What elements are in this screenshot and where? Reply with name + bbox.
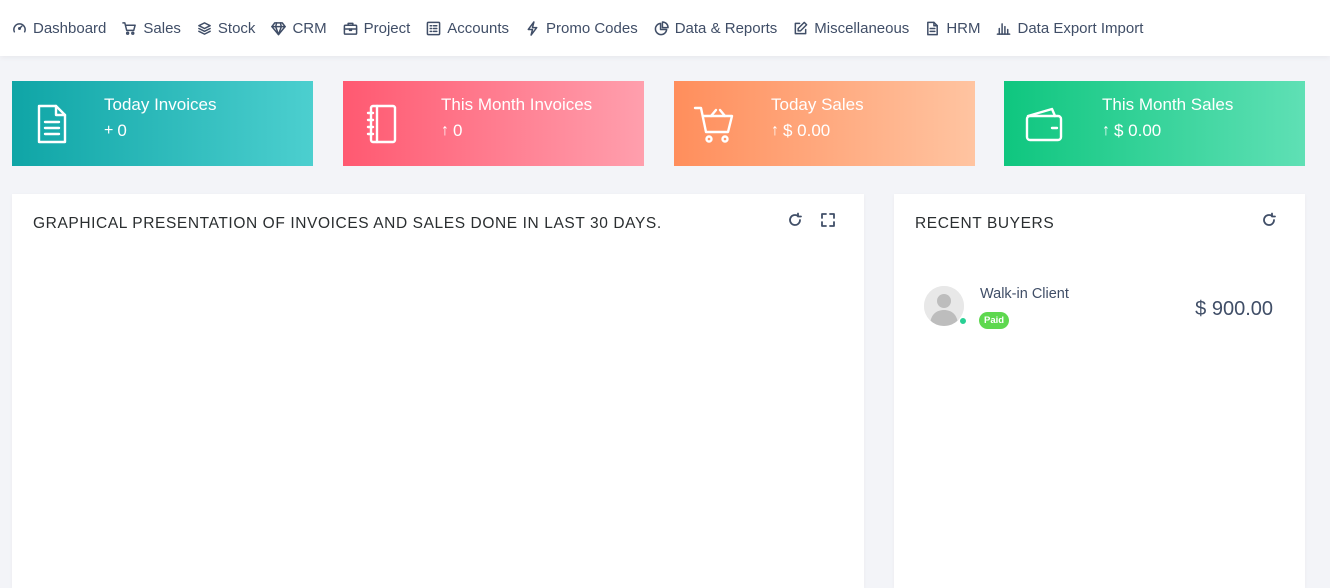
this-month-invoices-card[interactable]: This Month Invoices ↑ 0	[343, 81, 644, 166]
expand-icon	[821, 213, 835, 227]
shopping-cart-icon	[122, 21, 137, 35]
nav-item-project[interactable]: Project	[343, 0, 411, 56]
card-body: Today Sales ↑ $ 0.00	[771, 81, 864, 166]
card-value-row: + 0	[104, 121, 216, 141]
nav-item-crm[interactable]: CRM	[271, 0, 327, 56]
nav-item-data-export-import[interactable]: Data Export Import	[996, 0, 1143, 56]
nav-item-label: HRM	[946, 19, 981, 37]
card-title: This Month Sales	[1102, 95, 1234, 114]
nav-item-label: Project	[363, 19, 411, 37]
cart-icon	[693, 106, 734, 143]
layers-icon	[198, 21, 211, 35]
card-body: This Month Sales ↑ $ 0.00	[1102, 81, 1233, 166]
wallet-icon	[1025, 107, 1063, 141]
panel-title: GRAPHICAL PRESENTATION OF INVOICES AND S…	[33, 215, 662, 232]
ledger-icon	[426, 21, 441, 35]
nav-item-label: Dashboard	[33, 19, 107, 37]
today-sales-card[interactable]: Today Sales ↑ $ 0.00	[674, 81, 975, 166]
nav-item-stock[interactable]: Stock	[197, 0, 256, 56]
nav-item-hrm[interactable]: HRM	[925, 0, 980, 56]
dashboard-gauge-icon	[13, 22, 26, 33]
this-month-sales-card[interactable]: This Month Sales ↑ $ 0.00	[1004, 81, 1305, 166]
card-title: This Month Invoices	[441, 95, 593, 114]
arrow-up-icon: ↑	[441, 122, 449, 139]
card-value: $ 0.00	[783, 121, 831, 140]
bar-chart-icon	[997, 22, 1011, 35]
buyer-list-item[interactable]: Walk-in Client Paid $ 900.00	[924, 284, 1279, 334]
today-invoices-card[interactable]: Today Invoices + 0	[12, 81, 313, 166]
chart-area	[12, 254, 864, 588]
lightning-icon	[527, 20, 538, 36]
arrow-up-icon: ↑	[1102, 122, 1110, 139]
recent-buyers-panel: RECENT BUYERS Walk-in Client Paid $ 900.…	[894, 194, 1305, 588]
card-title: Today Sales	[771, 95, 864, 114]
card-title: Today Invoices	[104, 95, 217, 114]
top-navigation: Dashboard Sales Stock CRM Project Accoun…	[0, 0, 1330, 56]
card-value: 0	[453, 121, 463, 140]
panel-title: RECENT BUYERS	[915, 215, 1055, 232]
nav-item-dashboard[interactable]: Dashboard	[12, 0, 106, 56]
card-value-row: ↑ $ 0.00	[1102, 121, 1233, 141]
nav-item-label: Data & Reports	[674, 19, 778, 37]
card-icon-wrap	[674, 81, 754, 166]
card-value: $ 0.00	[1114, 121, 1162, 140]
nav-item-label: CRM	[292, 19, 327, 37]
nav-item-miscellaneous[interactable]: Miscellaneous	[793, 0, 909, 56]
refresh-icon	[789, 212, 802, 226]
document-icon	[927, 21, 939, 35]
pie-chart-icon	[654, 20, 669, 35]
notebook-icon	[366, 104, 397, 143]
edit-icon	[794, 21, 808, 34]
card-icon-wrap	[1004, 81, 1084, 166]
card-body: Today Invoices + 0	[104, 81, 216, 166]
graph-panel: GRAPHICAL PRESENTATION OF INVOICES AND S…	[12, 194, 864, 588]
nav-item-label: Accounts	[447, 19, 509, 37]
online-status-dot	[959, 317, 967, 325]
nav-item-label: Sales	[143, 19, 181, 37]
user-silhouette-icon	[924, 286, 964, 326]
nav-item-sales[interactable]: Sales	[122, 0, 181, 56]
briefcase-icon	[343, 22, 357, 35]
buyer-amount: $ 900.00	[1195, 298, 1273, 320]
nav-item-label: Data Export Import	[1017, 19, 1144, 37]
card-icon-wrap	[12, 81, 92, 166]
nav-item-label: Stock	[217, 19, 256, 37]
expand-button[interactable]	[820, 212, 836, 228]
refresh-icon	[1263, 212, 1276, 226]
card-body: This Month Invoices ↑ 0	[441, 81, 592, 166]
avatar	[924, 286, 964, 326]
card-value: 0	[117, 121, 127, 140]
arrow-up-icon: ↑	[771, 122, 779, 139]
plus-icon: +	[104, 122, 114, 139]
diamond-icon	[271, 21, 287, 35]
card-value-row: ↑ $ 0.00	[771, 121, 864, 141]
reload-button[interactable]	[787, 212, 803, 228]
nav-item-accounts[interactable]: Accounts	[426, 0, 509, 56]
nav-item-label: Miscellaneous	[814, 19, 910, 37]
reload-button[interactable]	[1261, 212, 1277, 228]
file-text-icon	[37, 104, 67, 143]
card-icon-wrap	[343, 81, 423, 166]
nav-item-promo-codes[interactable]: Promo Codes	[525, 0, 638, 56]
nav-item-data-reports[interactable]: Data & Reports	[654, 0, 778, 56]
buyer-name: Walk-in Client	[980, 286, 1069, 302]
status-badge: Paid	[979, 312, 1010, 329]
nav-item-label: Promo Codes	[546, 19, 638, 37]
card-value-row: ↑ 0	[441, 121, 592, 141]
